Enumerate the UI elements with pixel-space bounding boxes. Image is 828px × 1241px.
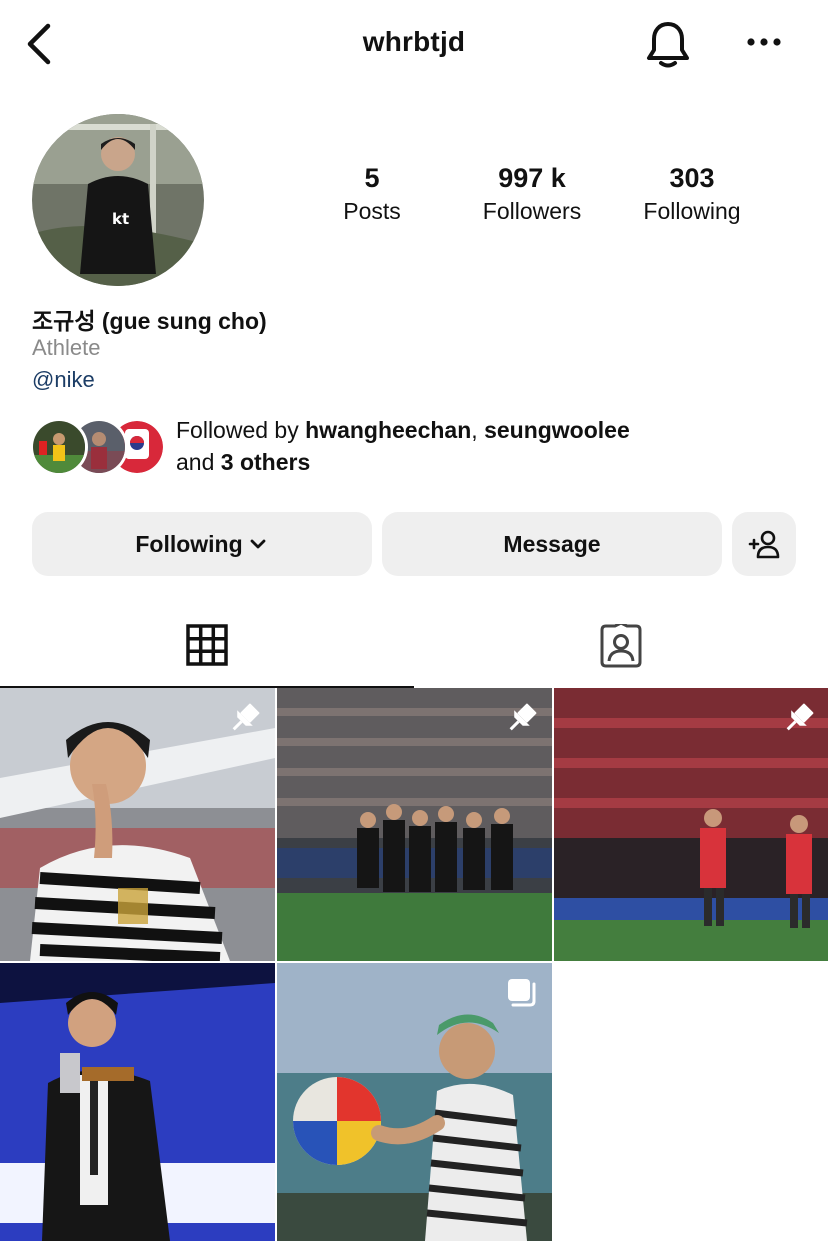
ellipsis-icon — [747, 38, 781, 46]
following-stat[interactable]: 303 Following — [612, 160, 772, 226]
followed-by-text[interactable]: Followed by hwangheechan, seungwoolee an… — [176, 414, 796, 478]
suggested-users-button[interactable] — [732, 512, 796, 576]
followed-by-user[interactable]: hwangheechan — [305, 417, 471, 443]
followed-by-and: and — [176, 449, 221, 475]
posts-label: Posts — [343, 198, 401, 224]
display-name: 조규성 (gue sung cho) — [32, 308, 267, 334]
posts-stat[interactable]: 5 Posts — [292, 160, 452, 226]
profile-username: whrbtjd — [362, 26, 466, 57]
mutual-followers-avatars[interactable] — [30, 418, 166, 478]
profile-tabs — [0, 604, 828, 688]
followed-by-separator: , — [471, 417, 485, 443]
followers-count: 997 k — [498, 163, 566, 193]
post-thumbnail[interactable] — [554, 688, 828, 961]
following-button[interactable]: Following — [32, 512, 372, 576]
grid-icon — [186, 624, 228, 666]
following-button-label: Following — [135, 530, 243, 557]
post-thumbnail[interactable] — [0, 963, 275, 1241]
add-person-icon — [748, 530, 780, 559]
bio-mention-link[interactable]: @nike — [32, 367, 95, 393]
chevron-down-icon — [250, 539, 266, 549]
posts-grid — [0, 688, 828, 1241]
followed-by-prefix: Followed by — [176, 417, 306, 443]
followers-label: Followers — [482, 198, 582, 224]
profile-category: Athlete — [32, 335, 101, 360]
following-count: 303 — [669, 163, 715, 193]
top-bar: whrbtjd — [0, 0, 828, 90]
mutual-avatar — [30, 418, 88, 476]
more-options-button[interactable] — [742, 24, 786, 60]
pin-icon — [504, 700, 540, 736]
posts-count: 5 — [364, 163, 380, 193]
post-thumbnail[interactable] — [0, 688, 275, 961]
message-button-label: Message — [503, 530, 601, 557]
bell-icon — [647, 22, 689, 68]
tagged-person-icon — [600, 624, 642, 668]
followed-by-user[interactable]: seungwoolee — [484, 417, 630, 443]
profile-avatar[interactable]: kt — [32, 114, 204, 286]
message-button[interactable]: Message — [382, 512, 722, 576]
notifications-button[interactable] — [642, 18, 694, 70]
following-label: Following — [643, 198, 741, 224]
post-thumbnail[interactable] — [277, 688, 552, 961]
tab-posts-grid[interactable] — [0, 604, 414, 688]
carousel-icon — [504, 975, 540, 1011]
followed-by-others[interactable]: 3 others — [221, 449, 310, 475]
tab-tagged[interactable] — [414, 604, 828, 688]
svg-text:kt: kt — [112, 210, 129, 228]
post-thumbnail[interactable] — [277, 963, 552, 1241]
pin-icon — [227, 700, 263, 736]
pin-icon — [781, 700, 817, 736]
followers-stat[interactable]: 997 k Followers — [452, 160, 612, 226]
